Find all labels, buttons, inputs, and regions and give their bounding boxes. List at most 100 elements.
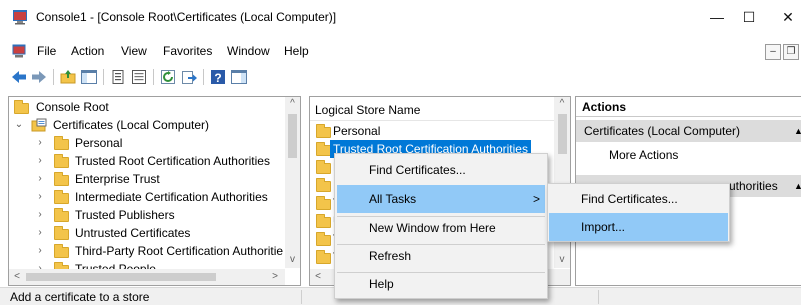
scroll-left-arrow-icon[interactable]: < [11, 271, 23, 282]
tree-horizontal-scrollbar[interactable]: < > [9, 269, 285, 285]
list-item-label: Personal [333, 124, 381, 138]
menu-item-help[interactable]: Help [337, 270, 545, 298]
menu-action[interactable]: Action [71, 44, 104, 58]
folder-icon [54, 136, 69, 150]
chevron-right-icon[interactable]: › [35, 206, 45, 224]
properties-icon[interactable] [109, 68, 127, 86]
toolbar-separator [203, 69, 204, 85]
tree-item-store[interactable]: › Third-Party Root Certification Authori… [9, 242, 285, 260]
collapse-arrow-icon[interactable]: ▲ [794, 175, 801, 197]
back-arrow-icon[interactable] [10, 68, 28, 86]
tree-item-store[interactable]: › Trusted Root Certification Authorities [9, 152, 285, 170]
status-divider [598, 290, 599, 304]
tree-item-store[interactable]: › Trusted Publishers [9, 206, 285, 224]
folder-icon [14, 100, 29, 114]
chevron-right-icon[interactable]: › [35, 188, 45, 206]
chevron-right-icon[interactable]: › [35, 242, 45, 260]
tree-item-label: Personal [75, 136, 123, 150]
show-hide-tree-icon[interactable] [80, 68, 98, 86]
tree-item-store[interactable]: › Trusted People [9, 260, 285, 269]
scroll-right-arrow-icon[interactable]: > [269, 271, 281, 282]
menu-item-label: Import... [581, 220, 626, 234]
menu-window[interactable]: Window [227, 44, 270, 58]
menu-item-refresh[interactable]: Refresh [337, 242, 545, 270]
tree-item-label: Third-Party Root Certification Authoriti… [75, 244, 284, 258]
close-button[interactable]: ✕ [773, 6, 801, 28]
scroll-thumb[interactable] [288, 114, 297, 158]
scroll-down-arrow-icon[interactable]: v [285, 254, 300, 265]
status-text: Add a certificate to a store [10, 290, 150, 304]
certificate-snapin-icon [31, 118, 47, 132]
menu-file[interactable]: File [37, 44, 56, 58]
show-hide-action-pane-icon[interactable] [230, 68, 248, 86]
menu-item-label: New Window from Here [369, 221, 496, 235]
menu-item-new-window[interactable]: New Window from Here [337, 214, 545, 242]
tree-item-store[interactable]: › Untrusted Certificates [9, 224, 285, 242]
folder-icon [54, 226, 69, 240]
tree-item-label: Trusted Publishers [75, 208, 175, 222]
tree-item-console-root[interactable]: Console Root [9, 98, 285, 116]
folder-icon [316, 178, 331, 192]
forward-arrow-icon[interactable] [30, 68, 48, 86]
chevron-down-icon[interactable]: ⌄ [14, 116, 24, 134]
scroll-thumb[interactable] [558, 114, 567, 154]
export-list-icon[interactable] [130, 68, 148, 86]
tree-item-store[interactable]: › Personal [9, 134, 285, 152]
folder-icon [316, 124, 331, 138]
tree-item-label: Enterprise Trust [75, 172, 160, 186]
tree-item-label: Trusted Root Certification Authorities [75, 154, 270, 168]
more-actions-item[interactable]: More Actions [576, 144, 801, 166]
folder-icon [54, 154, 69, 168]
document-window-icon[interactable] [12, 44, 26, 58]
actions-header: Actions [576, 97, 801, 117]
minimize-button[interactable]: — [702, 6, 732, 28]
column-header[interactable]: Logical Store Name [310, 97, 554, 121]
menu-item-label: Refresh [369, 249, 412, 263]
folder-icon [54, 172, 69, 186]
scroll-down-arrow-icon[interactable]: v [554, 254, 570, 265]
submenu-item-find-certificates[interactable]: Find Certificates... [549, 185, 728, 213]
scroll-up-arrow-icon[interactable]: ^ [554, 98, 570, 109]
scroll-thumb[interactable] [26, 273, 216, 281]
chevron-right-icon[interactable]: › [35, 260, 45, 269]
chevron-right-icon[interactable]: › [35, 134, 45, 152]
chevron-right-icon[interactable]: › [35, 152, 45, 170]
menu-view[interactable]: View [121, 44, 147, 58]
tree-item-store[interactable]: › Intermediate Certification Authorities [9, 188, 285, 206]
all-tasks-submenu: Find Certificates... Import... [547, 183, 730, 242]
status-divider [301, 290, 302, 304]
mmc-app-icon [13, 10, 27, 25]
submenu-item-import[interactable]: Import... [549, 213, 728, 241]
toolbar-separator [153, 69, 154, 85]
tree-item-label: Trusted People [75, 262, 156, 269]
menu-item-find-certificates[interactable]: Find Certificates... [337, 156, 545, 184]
column-header-label: Logical Store Name [315, 103, 421, 117]
scroll-up-arrow-icon[interactable]: ^ [285, 98, 300, 109]
actions-section-certificates[interactable]: Certificates (Local Computer) ▲ [576, 120, 801, 142]
list-item[interactable]: Personal [310, 122, 554, 140]
tree-item-store[interactable]: › Enterprise Trust [9, 170, 285, 188]
mdi-restore-button[interactable]: ❐ [783, 44, 799, 60]
scroll-left-arrow-icon[interactable]: < [312, 271, 324, 282]
console-tree-pane: Console Root ⌄ Certificates (Local Compu… [8, 96, 301, 286]
export-icon[interactable] [180, 68, 198, 86]
tree-item-certificates-local-computer[interactable]: ⌄ Certificates (Local Computer) [9, 116, 285, 134]
tree-item-label: Intermediate Certification Authorities [75, 190, 268, 204]
context-menu: Find Certificates... All Tasks > New Win… [334, 153, 548, 299]
chevron-right-icon[interactable]: › [35, 170, 45, 188]
folder-icon [316, 250, 331, 264]
menu-item-all-tasks[interactable]: All Tasks > [337, 185, 545, 213]
tree-vertical-scrollbar[interactable]: ^ v [285, 97, 300, 268]
tree-item-label: Certificates (Local Computer) [53, 118, 210, 132]
help-icon[interactable]: ? [209, 68, 227, 86]
refresh-icon[interactable] [159, 68, 177, 86]
maximize-button[interactable]: ☐ [734, 6, 764, 28]
mdi-minimize-button[interactable]: – [765, 44, 781, 60]
up-folder-icon[interactable] [59, 68, 77, 86]
folder-icon [316, 142, 331, 156]
collapse-arrow-icon[interactable]: ▲ [794, 120, 801, 142]
chevron-right-icon[interactable]: › [35, 224, 45, 242]
menu-help[interactable]: Help [284, 44, 309, 58]
menu-favorites[interactable]: Favorites [163, 44, 212, 58]
folder-icon [316, 160, 331, 174]
